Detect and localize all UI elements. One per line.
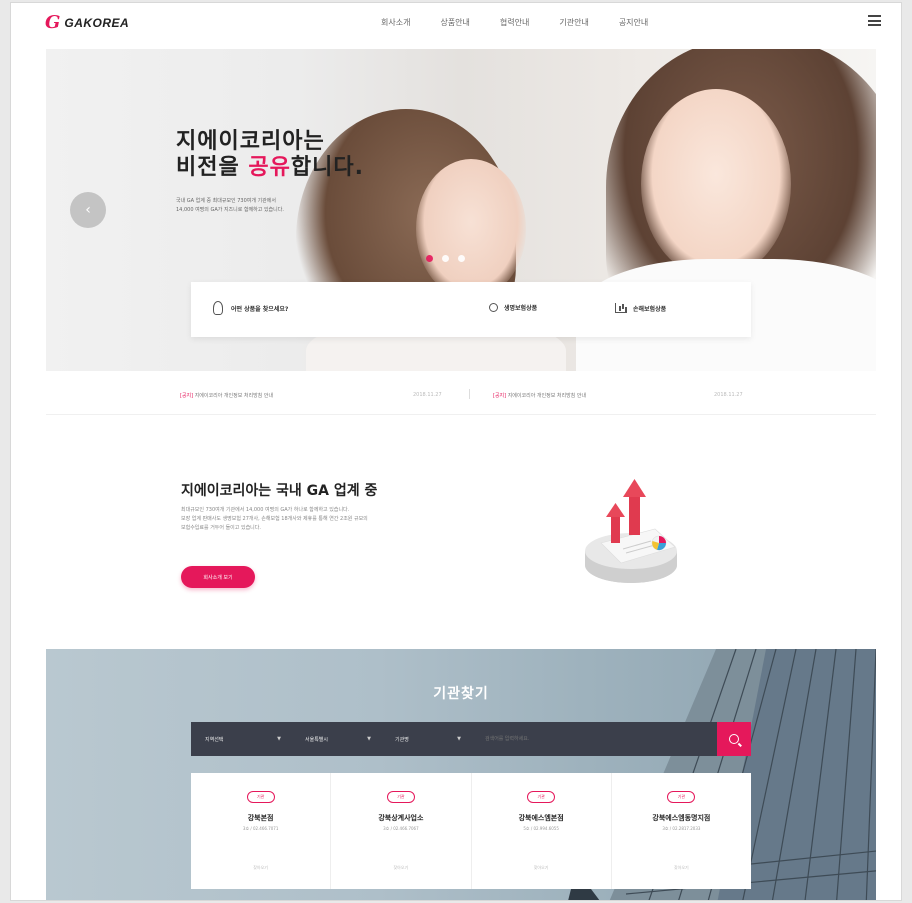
notice-date-2: 2018.11.27 bbox=[714, 392, 743, 398]
quick-nonlife-insurance[interactable]: 손해보험상품 bbox=[615, 303, 666, 313]
hero-desc-line1: 국내 GA 업계 중 최대규모인 730여개 기관에서 bbox=[176, 198, 276, 204]
about-desc-line1: 최대규모인 730여개 기관에서 14,000 여명의 GA가 하나로 함께하고… bbox=[181, 507, 350, 513]
agency-contact: 5호 / 02.994.6055 bbox=[523, 826, 559, 831]
quick-life-insurance[interactable]: 생명보험상품 bbox=[489, 303, 537, 312]
slider-dot-2[interactable] bbox=[442, 255, 449, 262]
lightbulb-icon bbox=[213, 301, 223, 315]
notice-date-1: 2018.11.27 bbox=[413, 392, 442, 398]
logo[interactable]: G GAKOREA bbox=[45, 12, 129, 33]
agency-finder-section: 기관찾기 지역선택 ▼ 서울특별시 ▼ 기관명 ▼ 기관 강북본점 bbox=[46, 649, 876, 900]
agency-name: 강북본점 bbox=[247, 814, 274, 822]
logo-mark: G bbox=[45, 12, 61, 33]
heart-icon bbox=[489, 303, 498, 312]
nav-item-products[interactable]: 상품안내 bbox=[440, 17, 469, 28]
hero-photo-mother-face bbox=[641, 89, 791, 279]
agency-directions-link[interactable]: 찾아오기 bbox=[612, 865, 751, 871]
agency-contact: 3호 / 02.466.7067 bbox=[383, 826, 419, 831]
agency-card[interactable]: 기관 강북에스엠동명지점 3호 / 02.2817.2033 찾아오기 bbox=[612, 773, 751, 889]
agency-directions-link[interactable]: 찾아오기 bbox=[191, 865, 330, 871]
hero-title-line2: 비전을 공유합니다. bbox=[176, 155, 364, 181]
notice-tag: [공지] bbox=[180, 393, 194, 399]
hero-title: 지에이코리아는 비전을 공유합니다. bbox=[176, 129, 364, 181]
about-description: 최대규모인 730여개 기관에서 14,000 여명의 GA가 하나로 함께하고… bbox=[181, 506, 461, 533]
agency-name: 강북에스엠본점 bbox=[518, 814, 564, 822]
notice-item-1[interactable]: [공지] 지에이코리아 개인정보 처리방침 안내 bbox=[180, 392, 273, 399]
notice-text: 지에이코리아 개인정보 처리방침 안내 bbox=[506, 393, 587, 399]
about-title: 지에이코리아는 국내 GA 업계 중 bbox=[181, 483, 378, 499]
agency-directions-link[interactable]: 찾아오기 bbox=[472, 865, 611, 871]
about-more-button[interactable]: 회사소개 보기 bbox=[181, 566, 255, 588]
notice-bar: [공지] 지에이코리아 개인정보 처리방침 안내 2018.11.27 [공지]… bbox=[46, 375, 876, 415]
nav-item-partners[interactable]: 협력안내 bbox=[500, 17, 529, 28]
hero-title-accent: 공유 bbox=[248, 155, 291, 180]
search-icon bbox=[729, 734, 739, 744]
city-select-value: 서울특별시 bbox=[305, 736, 329, 743]
hero-title-post: 합니다. bbox=[290, 155, 364, 180]
bar-chart-icon bbox=[615, 303, 627, 313]
agency-badge: 기관 bbox=[386, 791, 415, 803]
notice-tag: [공지] bbox=[493, 393, 507, 399]
agency-type-select-value: 기관명 bbox=[395, 736, 409, 743]
agency-directions-link[interactable]: 찾아오기 bbox=[331, 865, 470, 871]
about-desc-line2: 보장 업계 판매사도 생명보험 27개사, 손해보험 18개사와 제휴를 통해 … bbox=[181, 516, 368, 522]
quick-find-label: 어떤 상품을 찾으세요? bbox=[231, 305, 289, 313]
slider-pagination bbox=[426, 255, 465, 262]
hero-photo-girl-face bbox=[416, 159, 526, 299]
growth-chart-illustration bbox=[585, 479, 677, 583]
agency-card[interactable]: 기관 강북본점 3호 / 02.466.7071 찾아오기 bbox=[191, 773, 332, 889]
nav-item-company[interactable]: 회사소개 bbox=[381, 17, 410, 28]
agency-name: 강북에스엠동명지점 bbox=[652, 814, 711, 822]
agency-badge: 기관 bbox=[667, 791, 696, 803]
chevron-down-icon: ▼ bbox=[457, 736, 461, 742]
agency-search-bar: 지역선택 ▼ 서울특별시 ▼ 기관명 ▼ bbox=[191, 722, 751, 756]
agency-card[interactable]: 기관 강북에스엠본점 5호 / 02.994.6055 찾아오기 bbox=[472, 773, 612, 889]
search-button[interactable] bbox=[717, 722, 751, 756]
agency-card-list: 기관 강북본점 3호 / 02.466.7071 찾아오기 기관 강북상계사업소… bbox=[191, 773, 751, 889]
hero-banner: 지에이코리아는 비전을 공유합니다. 국내 GA 업계 중 최대규모인 730여… bbox=[46, 49, 876, 371]
notice-divider bbox=[469, 389, 470, 399]
quick-nonlife-label: 손해보험상품 bbox=[633, 305, 667, 313]
agency-finder-title: 기관찾기 bbox=[433, 686, 489, 702]
keyword-search-input[interactable] bbox=[471, 722, 717, 756]
region-select[interactable]: 지역선택 ▼ bbox=[191, 722, 291, 756]
hero-title-line1: 지에이코리아는 bbox=[176, 129, 325, 154]
agency-card[interactable]: 기관 강북상계사업소 3호 / 02.466.7067 찾아오기 bbox=[331, 773, 472, 889]
agency-badge: 기관 bbox=[246, 791, 275, 803]
quick-find-product[interactable]: 어떤 상품을 찾으세요? bbox=[213, 301, 288, 315]
about-desc-line3: 보험수입료를 거두어 들이고 있습니다. bbox=[181, 525, 261, 531]
main-nav: 회사소개 상품안내 협력안내 기관안내 공지안내 bbox=[381, 17, 648, 28]
menu-icon[interactable] bbox=[868, 15, 881, 26]
slider-dot-3[interactable] bbox=[458, 255, 465, 262]
agency-name: 강북상계사업소 bbox=[378, 814, 424, 822]
logo-text: GAKOREA bbox=[64, 15, 130, 30]
agency-contact: 3호 / 02.2817.2033 bbox=[662, 826, 701, 831]
nav-item-notice[interactable]: 공지안내 bbox=[619, 17, 648, 28]
quick-menu: 어떤 상품을 찾으세요? 생명보험상품 손해보험상품 bbox=[191, 282, 751, 337]
agency-badge: 기관 bbox=[527, 791, 556, 803]
hero-title-pre: 비전을 bbox=[176, 155, 249, 180]
nav-item-agencies[interactable]: 기관안내 bbox=[559, 17, 588, 28]
page-frame: G GAKOREA 회사소개 상품안내 협력안내 기관안내 공지안내 지에이코리… bbox=[10, 2, 902, 901]
quick-life-label: 생명보험상품 bbox=[504, 305, 538, 312]
notice-text: 지에이코리아 개인정보 처리방침 안내 bbox=[193, 393, 274, 399]
agency-type-select[interactable]: 기관명 ▼ bbox=[381, 722, 471, 756]
chevron-left-icon: ‹ bbox=[85, 202, 91, 218]
region-select-value: 지역선택 bbox=[205, 736, 224, 743]
slider-dot-1[interactable] bbox=[426, 255, 433, 262]
site-header: G GAKOREA 회사소개 상품안내 협력안내 기관안내 공지안내 bbox=[11, 3, 901, 43]
city-select[interactable]: 서울특별시 ▼ bbox=[291, 722, 381, 756]
chevron-down-icon: ▼ bbox=[367, 736, 371, 742]
hero-desc-line2: 14,000 여명의 GA가 지즈니로 함께하고 있습니다. bbox=[176, 207, 284, 213]
chevron-down-icon: ▼ bbox=[277, 736, 281, 742]
slider-prev-button[interactable]: ‹ bbox=[70, 192, 106, 228]
agency-contact: 3호 / 02.466.7071 bbox=[242, 826, 279, 831]
hero-description: 국내 GA 업계 중 최대규모인 730여개 기관에서 14,000 여명의 G… bbox=[176, 197, 396, 215]
notice-item-2[interactable]: [공지] 지에이코리아 개인정보 처리방침 안내 bbox=[493, 392, 586, 399]
